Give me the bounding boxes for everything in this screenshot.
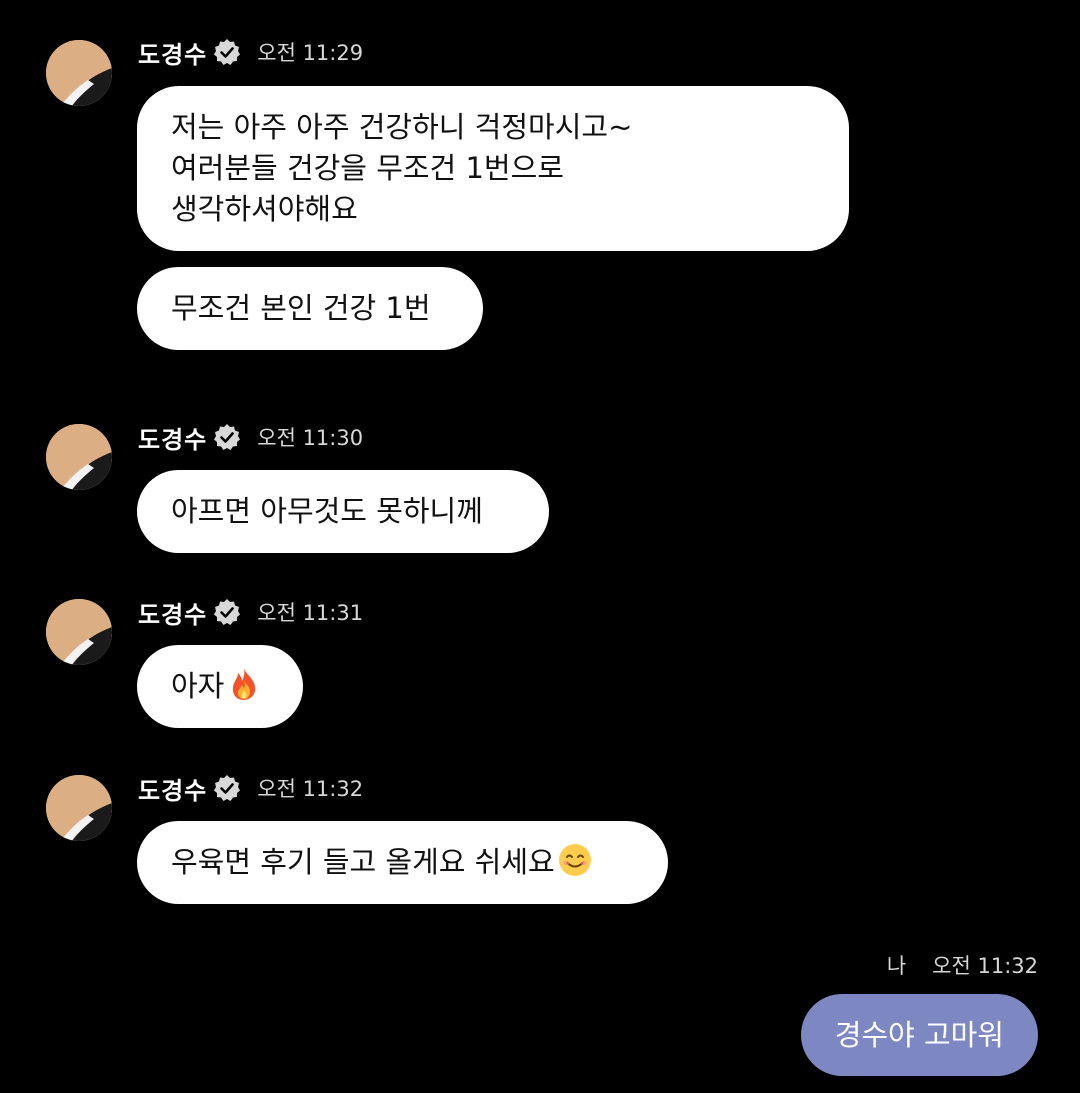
my-message-meta: 나 오전 11:32 <box>887 950 1038 980</box>
sender-name: 도경수 <box>138 40 208 69</box>
verified-badge-icon <box>214 39 241 65</box>
message-meta: 도경수 오전 11:32 <box>138 773 364 805</box>
avatar[interactable] <box>46 424 112 490</box>
message-time: 오전 11:32 <box>257 777 364 801</box>
avatar-image <box>46 599 112 665</box>
message-bubble[interactable]: 우육면 후기 들고 올게요 쉬세요 <box>137 821 668 904</box>
smiling-face-emoji-icon <box>558 844 591 876</box>
message-time: 오전 11:29 <box>257 41 364 65</box>
message-bubble[interactable]: 저는 아주 아주 건강하니 걱정마시고~ 여러분들 건강을 무조건 1번으로 생… <box>137 86 849 251</box>
message-time: 오전 11:32 <box>932 954 1038 978</box>
avatar[interactable] <box>46 40 112 106</box>
avatar-image <box>46 424 112 490</box>
avatar[interactable] <box>46 775 112 841</box>
my-message-bubble[interactable]: 경수야 고마워 <box>800 994 1038 1076</box>
message-time: 오전 11:31 <box>257 601 364 625</box>
sender-name: 도경수 <box>138 600 208 629</box>
message-bubble[interactable]: 무조건 본인 건강 1번 <box>137 267 483 350</box>
avatar-image <box>46 40 112 106</box>
message-bubble[interactable]: 아자 <box>137 645 303 728</box>
message-meta: 도경수 오전 11:30 <box>138 422 364 454</box>
fire-emoji-icon <box>233 668 256 700</box>
me-label: 나 <box>886 954 907 978</box>
sender-name: 도경수 <box>138 776 208 805</box>
message-bubble[interactable]: 아프면 아무것도 못하니께 <box>137 470 549 553</box>
message-meta: 도경수 오전 11:29 <box>138 37 364 69</box>
chat-screen: { "colors": { "background": "#000000", "… <box>0 0 1080 1093</box>
message-time: 오전 11:30 <box>257 426 364 450</box>
avatar-image <box>46 775 112 841</box>
verified-badge-icon <box>214 599 241 625</box>
message-text: 아자 <box>171 669 225 703</box>
verified-badge-icon <box>214 775 241 801</box>
sender-name: 도경수 <box>138 425 208 454</box>
message-text: 우육면 후기 들고 올게요 쉬세요 <box>171 845 555 879</box>
verified-badge-icon <box>214 424 241 450</box>
message-meta: 도경수 오전 11:31 <box>138 597 364 629</box>
avatar[interactable] <box>46 599 112 665</box>
